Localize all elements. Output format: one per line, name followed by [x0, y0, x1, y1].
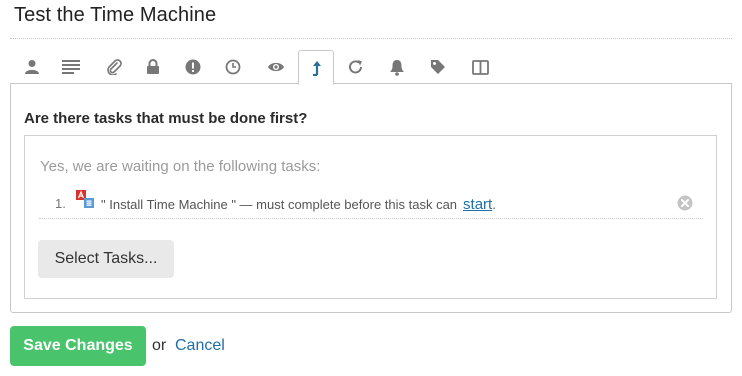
- cancel-link[interactable]: Cancel: [175, 337, 225, 355]
- description-icon: [62, 60, 80, 74]
- dependency-start-link[interactable]: start: [463, 196, 492, 213]
- tab-tags[interactable]: [420, 50, 456, 84]
- tab-attachments[interactable]: [96, 50, 132, 84]
- eye-icon: [268, 62, 284, 72]
- title-divider: [10, 38, 732, 39]
- dependency-text-wrap: " Install Time Machine " — must complete…: [101, 196, 496, 213]
- lock-icon: [147, 59, 159, 74]
- tab-recurrence[interactable]: [338, 50, 374, 84]
- repeat-icon: [349, 60, 362, 74]
- tab-description[interactable]: [53, 50, 89, 84]
- dependency-number: 1.: [55, 196, 66, 211]
- tab-dates[interactable]: [215, 50, 251, 84]
- tab-followers[interactable]: [258, 50, 294, 84]
- dependencies-panel: Are there tasks that must be done first?…: [10, 83, 732, 313]
- dependency-text: " Install Time Machine " — must complete…: [101, 197, 458, 212]
- bell-icon: [390, 59, 404, 76]
- dependency-icon: [313, 60, 321, 76]
- select-tasks-button[interactable]: Select Tasks...: [38, 240, 174, 278]
- or-text: or: [152, 337, 167, 354]
- columns-icon: [471, 59, 489, 75]
- paperclip-icon: [107, 59, 122, 75]
- person-icon: [25, 60, 39, 74]
- task-type-icon: [76, 190, 94, 208]
- tab-priority[interactable]: [175, 50, 211, 84]
- save-changes-button[interactable]: Save Changes: [10, 326, 146, 366]
- tab-reminders[interactable]: [379, 50, 415, 84]
- tab-columns[interactable]: [462, 50, 498, 84]
- dependencies-box: Yes, we are waiting on the following tas…: [24, 135, 717, 299]
- dependency-item: 1. " Install Time Machine " — must compl…: [39, 186, 703, 219]
- dependencies-question: Are there tasks that must be done first?: [24, 110, 308, 127]
- waiting-text: Yes, we are waiting on the following tas…: [40, 158, 321, 175]
- page-title: Test the Time Machine: [14, 4, 217, 26]
- tab-assignee[interactable]: [14, 50, 50, 84]
- tag-icon: [431, 60, 445, 74]
- remove-dependency-icon[interactable]: [677, 195, 693, 211]
- dependency-suffix: .: [492, 197, 496, 212]
- tab-bar: [10, 50, 732, 85]
- tab-dependencies[interactable]: [298, 50, 334, 85]
- tab-privacy[interactable]: [135, 50, 171, 84]
- alert-icon: [185, 59, 201, 75]
- clock-icon: [225, 59, 241, 75]
